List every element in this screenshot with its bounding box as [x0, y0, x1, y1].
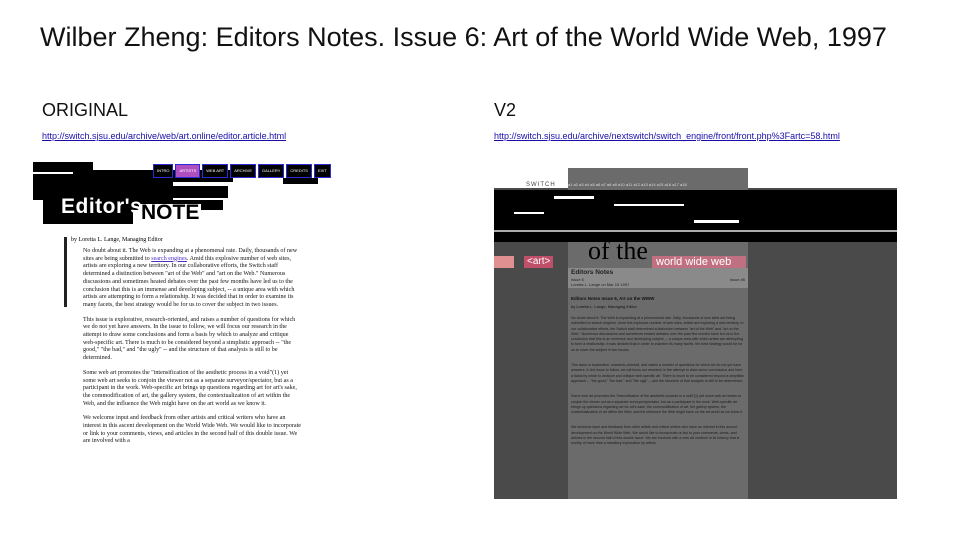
paragraph: We welcome input and feedback from other…	[571, 425, 740, 446]
issue-links[interactable]: a1 a2 a3 a4 a5 a6 a7 a8 a9 a10 a11 a12 a…	[568, 182, 748, 187]
nav-item-gallery[interactable]: GALLERY	[258, 164, 285, 178]
decorative-bar	[64, 237, 67, 307]
paragraph: This issue is explorative, research-orie…	[571, 363, 744, 383]
v2-section-title: Editors Notes	[568, 268, 748, 277]
original-url-link[interactable]: http://switch.sjsu.edu/archive/web/art.o…	[42, 131, 286, 141]
search-engines-link[interactable]: search engines	[151, 256, 187, 262]
original-screenshot: INTRO ARTISTS WEB ART ARCHIVE GALLERY CR…	[33, 160, 436, 504]
nav-item-artists[interactable]: ARTISTS	[175, 164, 201, 178]
paragraph: No doubt about it. The Web is expanding …	[571, 316, 744, 352]
of-the-heading: of the	[588, 236, 648, 265]
paragraph: No doubt about it. The Web is expanding …	[83, 248, 298, 308]
v2-screenshot: SWITCH a1 a2 a3 a4 a5 a6 a7 a8 a9 a10 a1…	[494, 160, 897, 499]
slide-title: Wilber Zheng: Editors Notes. Issue 6: Ar…	[40, 22, 887, 52]
v2-meta: Issue 6 Loretta L. Lange on Mar 15 1997 I…	[568, 277, 748, 288]
original-nav: INTRO ARTISTS WEB ART ARCHIVE GALLERY CR…	[153, 164, 331, 178]
note-heading: NOTE	[139, 201, 202, 224]
v2-byline: by Loretta L. Lange, Managing Editor	[571, 304, 637, 309]
nav-item-exit[interactable]: EXIT	[313, 164, 331, 178]
glitch-banner	[494, 190, 897, 242]
v2-article-title: Editors Notes Issue 6, Art on the WWW	[571, 296, 655, 301]
original-banner: INTRO ARTISTS WEB ART ARCHIVE GALLERY CR…	[33, 160, 436, 232]
nav-item-intro[interactable]: INTRO	[153, 164, 174, 178]
switch-logo: SWITCH	[526, 182, 556, 188]
nav-item-archive[interactable]: ARCHIVE	[230, 164, 256, 178]
original-byline: by Loretta L. Lange, Managing Editor	[71, 237, 163, 243]
paragraph: Some web art promotes the "intensificati…	[83, 369, 297, 407]
original-label: ORIGINAL	[42, 100, 129, 120]
v2-article: Editors Notes Issue 6 Loretta L. Lange on…	[568, 268, 748, 498]
art-heading: <art>	[524, 256, 554, 268]
nav-item-credits[interactable]: CREDITS	[286, 164, 312, 178]
v2-url-link[interactable]: http://switch.sjsu.edu/archive/nextswitc…	[494, 131, 840, 141]
paragraph: We welcome input and feedback from other…	[83, 415, 302, 445]
paragraph: This issue is explorative, research-orie…	[83, 316, 296, 362]
editors-heading: Editor's	[61, 195, 143, 218]
v2-label: V2	[494, 100, 517, 120]
paragraph: Some web art promotes the "intensificati…	[571, 394, 744, 415]
www-heading: world wide web	[652, 256, 746, 268]
decorative-block	[494, 256, 514, 268]
original-article: No doubt about it. The Web is expanding …	[83, 248, 301, 453]
nav-item-webart[interactable]: WEB ART	[202, 164, 229, 178]
